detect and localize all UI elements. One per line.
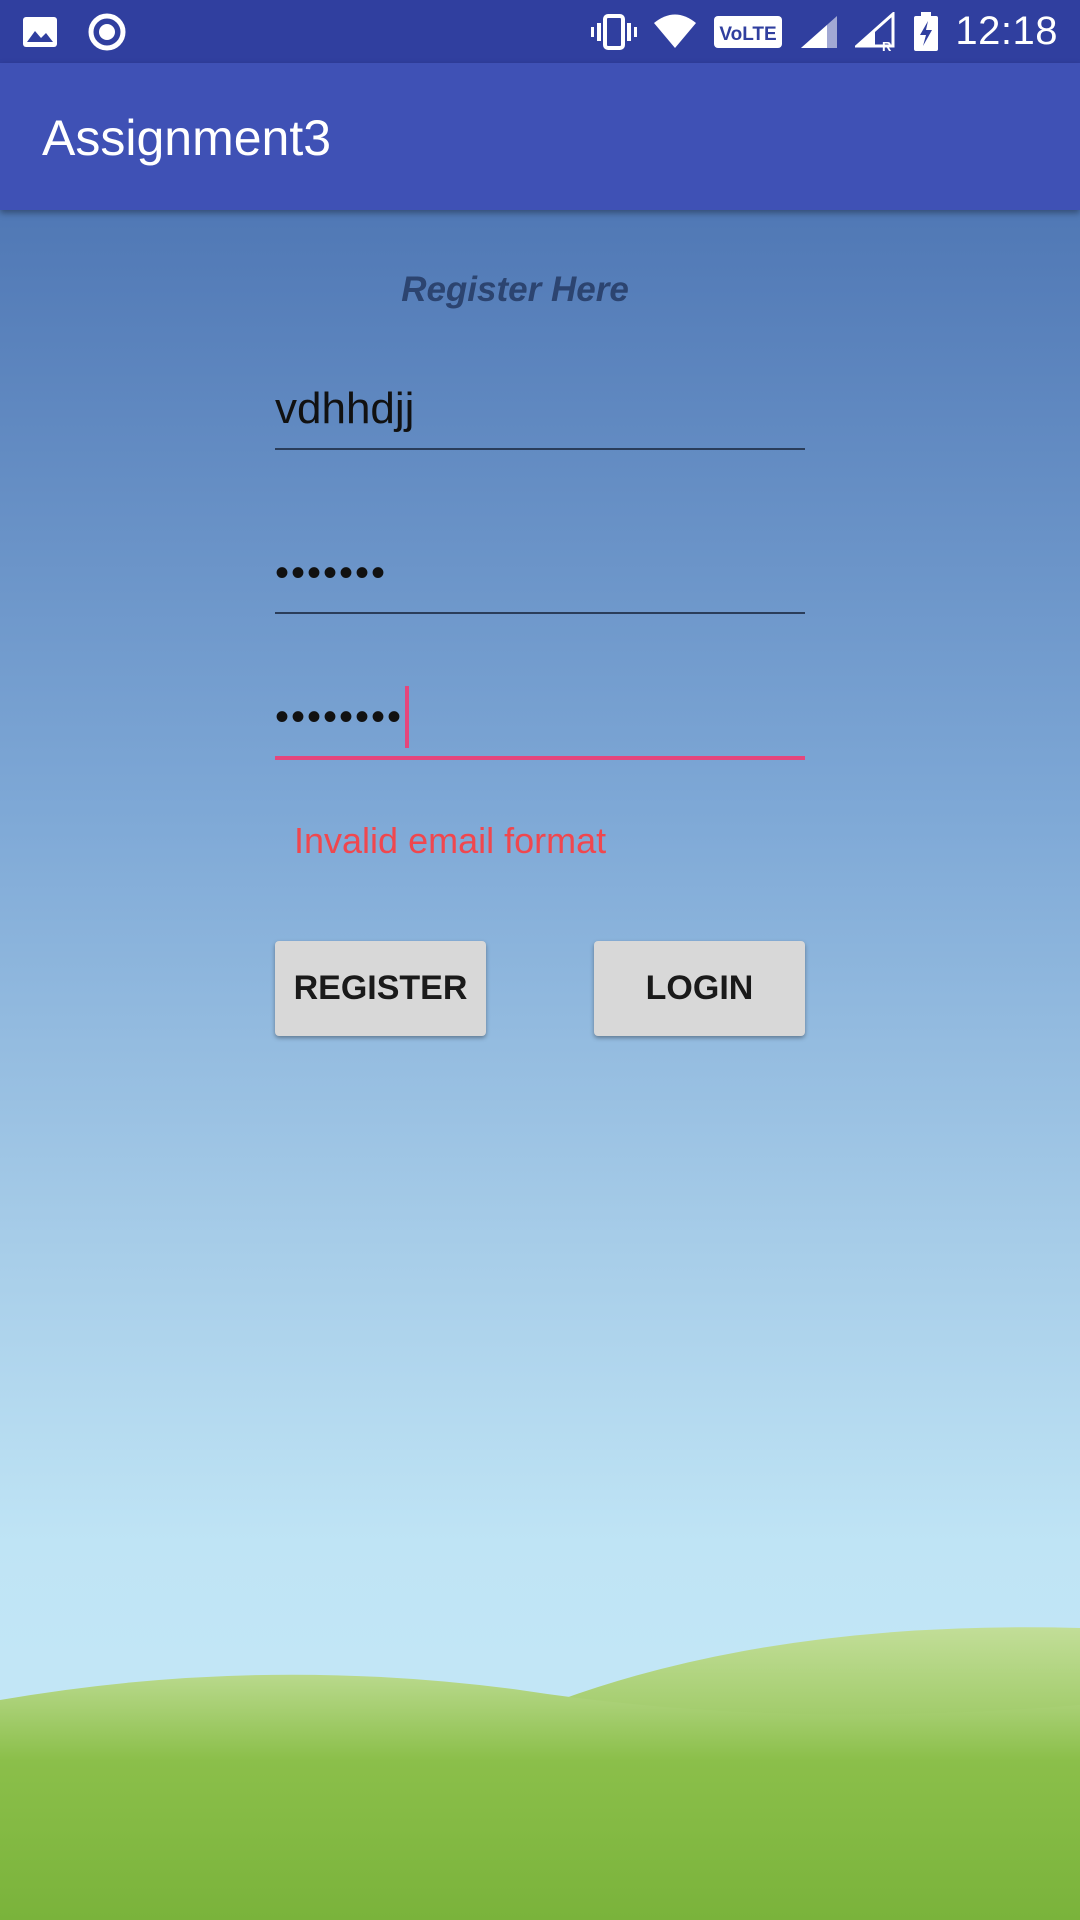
- register-button[interactable]: REGISTER: [275, 941, 486, 1036]
- volte-icon: VoLTE: [713, 14, 783, 50]
- password-field[interactable]: •••••••: [275, 534, 805, 614]
- battery-charging-icon: [913, 11, 939, 52]
- email-value: ••••••••: [275, 695, 404, 739]
- svg-text:VoLTE: VoLTE: [720, 24, 777, 45]
- username-value: vdhhdjj: [275, 384, 415, 433]
- username-field[interactable]: vdhhdjj: [275, 370, 805, 450]
- password-value: •••••••: [275, 551, 388, 595]
- text-cursor: [405, 686, 410, 748]
- hills-background: [0, 1627, 1080, 1920]
- signal-roaming-icon: R: [855, 11, 897, 52]
- status-time: 12:18: [955, 9, 1058, 53]
- record-icon: [88, 13, 126, 51]
- wifi-icon: [653, 14, 697, 50]
- app-title: Assignment3: [42, 110, 332, 166]
- register-screen: Register Here vdhhdjj ••••••• •••••••• I…: [0, 210, 1080, 1920]
- app-bar: Assignment3: [0, 63, 1080, 210]
- login-button[interactable]: LOGIN: [594, 941, 805, 1036]
- register-heading: Register Here: [401, 270, 629, 309]
- vibrate-icon: [591, 13, 638, 50]
- email-field[interactable]: ••••••••: [275, 680, 805, 760]
- error-message: Invalid email format: [294, 820, 607, 861]
- svg-text:R: R: [882, 39, 892, 52]
- status-bar: VoLTE R 12:18: [0, 0, 1080, 63]
- signal-icon: [799, 14, 839, 50]
- image-icon: [22, 16, 58, 48]
